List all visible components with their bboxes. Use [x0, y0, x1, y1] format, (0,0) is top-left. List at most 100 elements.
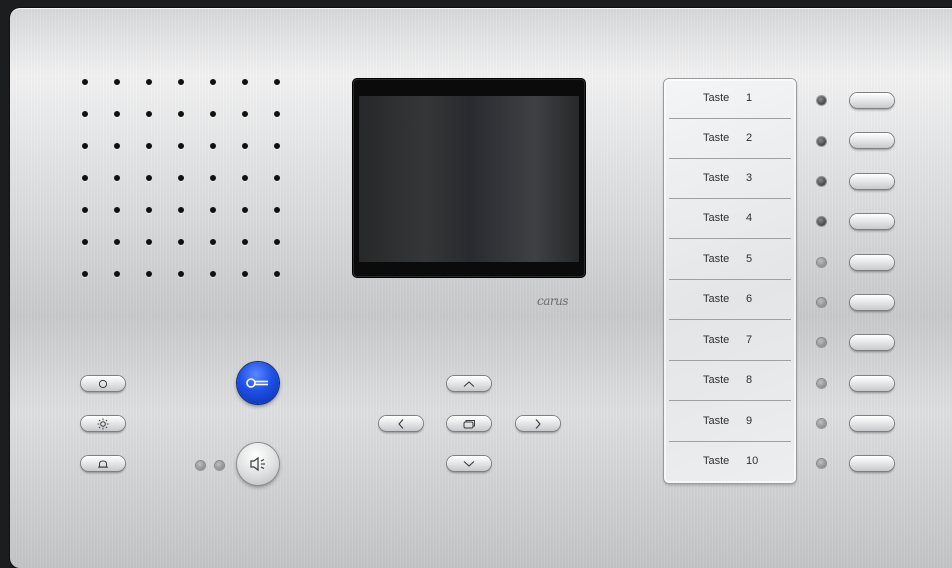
grille-hole [210, 111, 216, 117]
grille-hole [146, 79, 152, 85]
grille-hole [82, 271, 88, 277]
taste-number: 5 [746, 253, 753, 265]
right-arrow-icon [535, 418, 541, 429]
grille-hole [242, 271, 248, 277]
light-button[interactable] [81, 416, 125, 431]
camera-image [359, 96, 579, 262]
grille-hole [178, 111, 184, 117]
call-key-button-10[interactable] [850, 456, 894, 471]
window-icon [463, 419, 475, 428]
grille-hole [114, 207, 120, 213]
call-key-button-7[interactable] [850, 335, 894, 350]
call-key-button-9[interactable] [850, 416, 894, 431]
call-key-button-4[interactable] [850, 214, 894, 229]
grille-hole [210, 143, 216, 149]
call-key-button-1[interactable] [850, 93, 894, 108]
grille-hole [114, 143, 120, 149]
taste-number: 6 [746, 293, 753, 305]
taste-label: Taste [703, 132, 730, 144]
nav-left-button[interactable] [379, 416, 423, 431]
door-open-button[interactable] [237, 362, 279, 404]
call-key-label-5: Taste 5 [669, 240, 791, 280]
call-key-button-5[interactable] [850, 255, 894, 270]
grille-hole [274, 143, 280, 149]
taste-label: Taste [703, 455, 730, 467]
video-screen [353, 79, 585, 277]
grille-hole [114, 271, 120, 277]
taste-number: 8 [746, 374, 753, 386]
call-key-led-5 [817, 258, 826, 267]
call-key-label-4: Taste 4 [669, 199, 791, 239]
taste-number: 10 [746, 455, 759, 467]
call-key-button-6[interactable] [850, 295, 894, 310]
call-key-label-2: Taste 2 [669, 119, 791, 159]
grille-hole [242, 143, 248, 149]
call-key-label-8: Taste 8 [669, 361, 791, 401]
grille-hole [178, 175, 184, 181]
down-arrow-icon [463, 460, 475, 467]
grille-hole [210, 239, 216, 245]
grille-hole [82, 79, 88, 85]
call-key-label-1: Taste 1 [669, 79, 791, 119]
nav-right-button[interactable] [516, 416, 560, 431]
call-key-button-2[interactable] [850, 133, 894, 148]
grille-hole [178, 143, 184, 149]
grille-hole [274, 207, 280, 213]
nav-up-button[interactable] [447, 376, 491, 391]
key-icon [246, 378, 268, 388]
taste-number: 2 [746, 132, 753, 144]
call-key-label-6: Taste 6 [669, 280, 791, 320]
up-arrow-icon [463, 380, 475, 387]
taste-label: Taste [703, 374, 730, 386]
call-key-led-7 [817, 338, 826, 347]
grille-hole [242, 207, 248, 213]
grille-hole [146, 111, 152, 117]
call-key-button-3[interactable] [850, 174, 894, 189]
call-key-label-9: Taste 9 [669, 402, 791, 442]
taste-label: Taste [703, 172, 730, 184]
function-button-1[interactable] [81, 376, 125, 391]
taste-number: 3 [746, 172, 753, 184]
call-key-led-1 [817, 96, 826, 105]
bell-button[interactable] [81, 456, 125, 471]
taste-label: Taste [703, 212, 730, 224]
taste-label: Taste [703, 293, 730, 305]
grille-hole [146, 143, 152, 149]
call-key-label-10: Taste 10 [669, 442, 791, 482]
call-key-led-10 [817, 459, 826, 468]
grille-hole [82, 143, 88, 149]
grille-hole [82, 239, 88, 245]
call-key-led-3 [817, 177, 826, 186]
grille-hole [82, 175, 88, 181]
left-arrow-icon [398, 418, 404, 429]
call-key-label-3: Taste 3 [669, 159, 791, 199]
taste-number: 9 [746, 415, 753, 427]
grille-hole [210, 271, 216, 277]
grille-hole [242, 239, 248, 245]
nav-down-button[interactable] [447, 456, 491, 471]
grille-hole [210, 175, 216, 181]
grille-hole [82, 207, 88, 213]
grille-hole [114, 111, 120, 117]
call-key-led-2 [817, 137, 826, 146]
grille-hole [178, 207, 184, 213]
call-key-led-4 [817, 217, 826, 226]
taste-label: Taste [703, 334, 730, 346]
grille-hole [210, 207, 216, 213]
taste-label: Taste [703, 415, 730, 427]
grille-hole [178, 239, 184, 245]
taste-number: 7 [746, 334, 753, 346]
grille-hole [178, 271, 184, 277]
grille-hole [146, 207, 152, 213]
brand-logo: carus [537, 294, 569, 308]
call-key-label-7: Taste 7 [669, 321, 791, 361]
call-key-button-8[interactable] [850, 376, 894, 391]
grille-hole [146, 239, 152, 245]
bell-icon [98, 459, 108, 468]
nav-window-button[interactable] [447, 416, 491, 431]
speak-button[interactable] [237, 443, 279, 485]
taste-label: Taste [703, 92, 730, 104]
circle-icon [98, 379, 108, 388]
grille-hole [178, 79, 184, 85]
taste-label: Taste [703, 253, 730, 265]
